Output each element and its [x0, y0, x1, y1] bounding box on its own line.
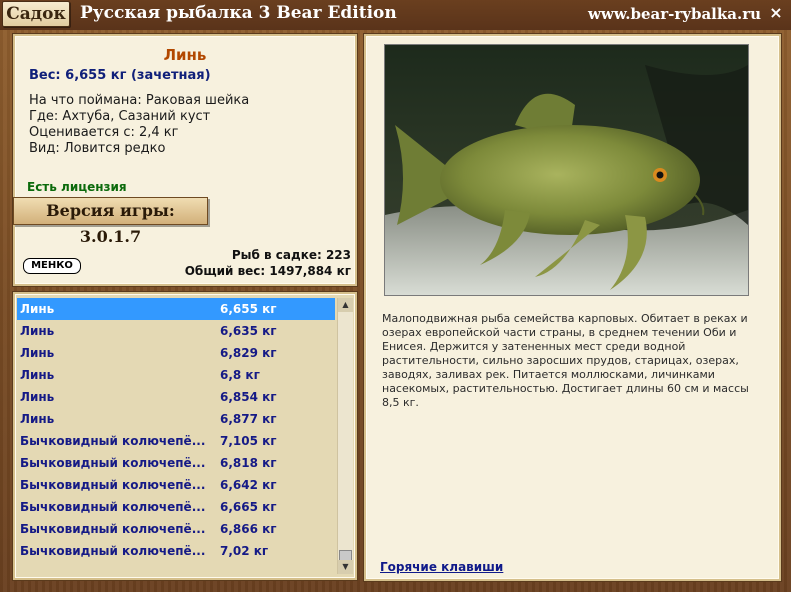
close-icon[interactable]: × [768, 5, 784, 21]
catch-item-name: Линь [20, 302, 55, 316]
hotkeys-link[interactable]: Горячие клавиши [380, 560, 503, 574]
caught-on: На что поймана: Раковая шейка [29, 93, 250, 108]
license-status: Есть лицензия [27, 180, 127, 194]
scroll-up-icon[interactable]: ▲ [338, 298, 353, 312]
catch-item-name: Бычковидный колючепё... [20, 434, 206, 448]
catch-list-item[interactable]: Линь 6,635 кг [17, 320, 335, 342]
tench-fish-icon [385, 45, 748, 295]
caught-where: Где: Ахтуба, Сазаний куст [29, 109, 211, 124]
catch-item-weight: 7,105 кг [220, 434, 277, 448]
title-bar: Садок Русская рыбалка 3 Bear Edition www… [0, 0, 791, 30]
catch-item-name: Бычковидный колючепё... [20, 522, 206, 536]
catch-list: Линь 6,655 кг Линь 6,635 кг Линь 6,829 кг Линь… [17, 298, 335, 562]
catch-item-weight: 6,8 кг [220, 368, 260, 382]
catch-item-name: Бычковидный колючепё... [20, 456, 206, 470]
catch-item-weight: 6,642 кг [220, 478, 277, 492]
fish-photo [384, 44, 749, 296]
catch-item-name: Линь [20, 346, 55, 360]
fish-weight: Вес: 6,655 кг (зачетная) [29, 68, 211, 83]
site-url[interactable]: www.bear-rybalka.ru [588, 5, 761, 23]
catch-list-item[interactable]: Линь 6,854 кг [17, 386, 335, 408]
catch-item-weight: 6,665 кг [220, 500, 277, 514]
fish-count: Рыб в садке: 223 [231, 248, 351, 262]
catch-item-weight: 6,818 кг [220, 456, 277, 470]
catch-item-name: Линь [20, 368, 55, 382]
catch-list-panel: Линь 6,655 кг Линь 6,635 кг Линь 6,829 кг Линь… [13, 292, 357, 580]
catch-item-name: Бычковидный колючепё... [20, 478, 206, 492]
catch-list-item[interactable]: Бычковидный колючепё... 7,02 кг [17, 540, 335, 562]
catch-list-item[interactable]: Бычковидный колючепё... 6,642 кг [17, 474, 335, 496]
fish-kind: Вид: Ловится редко [29, 141, 166, 156]
scroll-down-icon[interactable]: ▼ [338, 560, 353, 574]
catch-item-weight: 7,02 кг [220, 544, 269, 558]
fish-description: Малоподвижная рыба семейства карповых. О… [382, 312, 749, 409]
list-scrollbar[interactable]: ▲ ▼ [337, 298, 353, 574]
catch-item-weight: 6,655 кг [220, 302, 277, 316]
catch-item-name: Линь [20, 390, 55, 404]
fish-detail-panel: Малоподвижная рыба семейства карповых. О… [364, 34, 781, 581]
catch-list-item[interactable]: Бычковидный колючепё... 7,105 кг [17, 430, 335, 452]
fish-info-panel: Линь Вес: 6,655 кг (зачетная) На что пой… [13, 34, 357, 286]
total-weight: Общий вес: 1497,884 кг [184, 264, 351, 278]
catch-item-name: Линь [20, 412, 55, 426]
catch-list-item[interactable]: Бычковидный колючепё... 6,665 кг [17, 496, 335, 518]
logo: МЕНКО [23, 258, 81, 274]
catch-list-item[interactable]: Бычковидный колючепё... 6,818 кг [17, 452, 335, 474]
catch-list-item[interactable]: Линь 6,8 кг [17, 364, 335, 386]
catch-item-weight: 6,635 кг [220, 324, 277, 338]
catch-item-name: Бычковидный колючепё... [20, 544, 206, 558]
fish-name: Линь [163, 46, 207, 64]
catch-item-name: Бычковидный колючепё... [20, 500, 206, 514]
sadok-button[interactable]: Садок [2, 1, 70, 27]
catch-item-weight: 6,829 кг [220, 346, 277, 360]
catch-item-name: Линь [20, 324, 55, 338]
catch-list-item[interactable]: Линь 6,829 кг [17, 342, 335, 364]
valued-from: Оценивается с: 2,4 кг [29, 125, 179, 140]
catch-list-item[interactable]: Линь 6,877 кг [17, 408, 335, 430]
catch-item-weight: 6,866 кг [220, 522, 277, 536]
catch-list-item[interactable]: Линь 6,655 кг [17, 298, 335, 320]
game-version-label: Версия игры: 3.0.1.7 [13, 197, 208, 246]
catch-list-item[interactable]: Бычковидный колючепё... 6,866 кг [17, 518, 335, 540]
catch-item-weight: 6,854 кг [220, 390, 277, 404]
catch-item-weight: 6,877 кг [220, 412, 277, 426]
app-title: Русская рыбалка 3 Bear Edition [80, 3, 397, 23]
